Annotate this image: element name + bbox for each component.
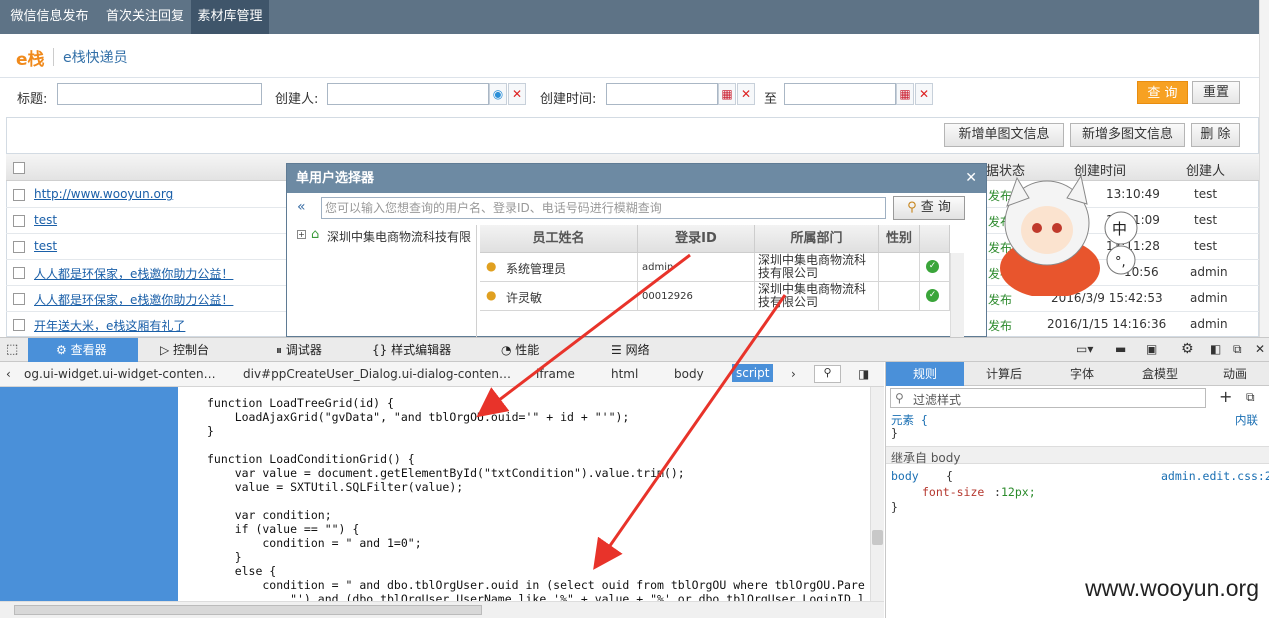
arrow-to-condition-code [593, 294, 787, 570]
annotation-arrows [476, 253, 787, 570]
watermark-text: www.wooyun.org [1085, 575, 1259, 601]
arrow-to-load-tree-grid [476, 253, 691, 418]
